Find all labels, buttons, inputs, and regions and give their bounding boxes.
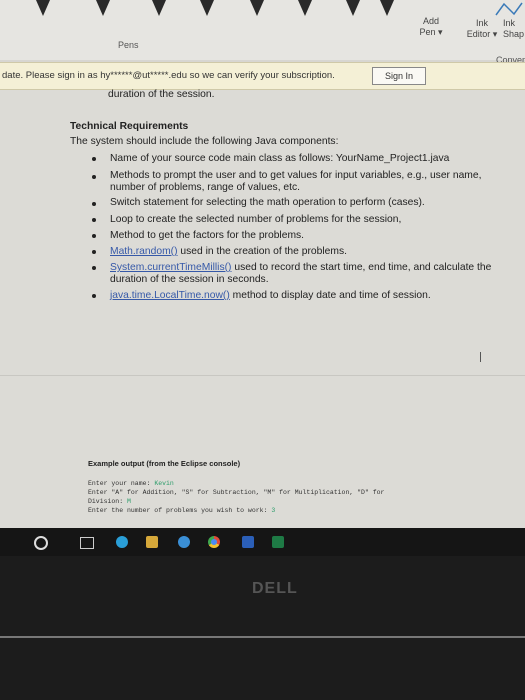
list-item: Methods to prompt the user and to get va… — [110, 170, 482, 181]
pen-icon[interactable] — [298, 0, 312, 16]
excel-icon[interactable] — [272, 536, 284, 548]
ink-shape-icon — [495, 2, 523, 16]
bullet-icon — [92, 175, 96, 179]
chrome-icon-center — [211, 539, 217, 545]
pens-gallery[interactable] — [0, 0, 420, 36]
store-icon[interactable] — [178, 536, 190, 548]
ink-editor-label: Ink — [475, 18, 488, 28]
pens-group-label: Pens — [118, 40, 139, 50]
task-view-icon[interactable] — [80, 537, 94, 549]
bullet-icon — [92, 250, 96, 254]
taskbar — [0, 528, 525, 556]
screen: Pens Add Pen ▾ Ink Editor ▾ Ink Shap Con… — [0, 0, 525, 530]
search-icon[interactable] — [34, 536, 48, 550]
pen-icon[interactable] — [96, 0, 110, 16]
example-output-label: Example output (from the Eclipse console… — [88, 459, 241, 468]
list-item: Loop to create the selected number of pr… — [110, 214, 402, 225]
bullet-icon — [92, 294, 96, 298]
section-heading: Technical Requirements — [70, 121, 189, 132]
file-explorer-icon[interactable] — [146, 536, 158, 548]
brand-logo: DELL — [252, 580, 298, 597]
local-time-now-link[interactable]: java.time.LocalTime.now() — [110, 290, 230, 301]
pen-icon[interactable] — [200, 0, 214, 16]
laptop-bezel — [0, 556, 525, 700]
add-pen-sublabel: Pen ▾ — [419, 27, 443, 37]
console-prompt: Division: — [88, 498, 128, 505]
list-item: System.currentTimeMillis() used to recor… — [110, 262, 491, 274]
list-item-text: used in the creation of the problems. — [177, 246, 347, 257]
subscription-notification-bar: date. Please sign in as hy******@ut*****… — [0, 62, 525, 90]
list-item: java.time.LocalTime.now() method to disp… — [110, 290, 431, 302]
bullet-icon — [92, 202, 96, 206]
pen-icon[interactable] — [152, 0, 166, 16]
laptop-hinge — [0, 636, 525, 638]
console-line: Enter your name: Kevin — [88, 480, 174, 487]
pen-icon[interactable] — [346, 0, 360, 16]
list-item-continued: number of problems, range of values, etc… — [110, 182, 301, 193]
console-input: M — [127, 498, 131, 505]
ink-editor-sublabel: Editor ▾ — [466, 29, 498, 39]
add-pen-label: Add — [422, 16, 439, 26]
word-icon[interactable] — [242, 536, 254, 548]
console-input: 3 — [271, 507, 276, 514]
console-prompt: Enter the number of problems you wish to… — [88, 507, 272, 514]
console-prompt: Enter your name: — [88, 480, 155, 487]
ribbon: Pens Add Pen ▾ Ink Editor ▾ Ink Shap Con… — [0, 0, 525, 65]
bullet-icon — [92, 234, 96, 238]
list-item-continued: duration of the session in seconds. — [110, 274, 269, 285]
pen-icon[interactable] — [380, 0, 394, 16]
add-pen-button[interactable]: Add Pen ▾ — [416, 16, 446, 38]
section-lead: The system should include the following … — [70, 136, 339, 147]
list-item: Switch statement for selecting the math … — [110, 197, 425, 208]
list-item-text: used to record the start time, end time,… — [231, 262, 492, 273]
bullet-icon — [92, 266, 96, 270]
ink-shape-sublabel: Shap — [503, 29, 525, 39]
ink-shape-label: Ink — [503, 18, 516, 28]
sign-in-button[interactable]: Sign In — [372, 67, 426, 85]
notification-text: date. Please sign in as hy******@ut*****… — [2, 70, 335, 81]
pen-icon[interactable] — [250, 0, 264, 16]
console-line: Division: M — [88, 498, 131, 505]
bullet-icon — [92, 157, 96, 161]
console-input: Kevin — [154, 480, 174, 487]
math-random-link[interactable]: Math.random() — [110, 246, 178, 257]
console-line: Enter the number of problems you wish to… — [88, 507, 275, 514]
bullet-icon — [92, 218, 96, 222]
chrome-icon[interactable] — [208, 536, 220, 548]
text-cursor — [480, 352, 481, 362]
pen-icon[interactable] — [36, 0, 50, 16]
current-time-millis-link[interactable]: System.currentTimeMillis() — [110, 262, 231, 273]
document-page[interactable]: duration of the session. Technical Requi… — [0, 89, 525, 530]
list-item: Math.random() used in the creation of th… — [110, 246, 347, 258]
ink-editor-button[interactable]: Ink Editor ▾ — [462, 18, 502, 40]
ink-to-shape-button[interactable]: Ink Shap — [503, 18, 525, 40]
list-item: Name of your source code main class as f… — [110, 153, 450, 164]
edge-icon[interactable] — [116, 536, 128, 548]
page-break — [0, 375, 525, 376]
console-line: Enter "A" for Addition, "S" for Subtract… — [88, 489, 385, 496]
intro-line: duration of the session. — [108, 89, 215, 100]
list-item-text: method to display date and time of sessi… — [229, 290, 431, 301]
list-item: Method to get the factors for the proble… — [110, 230, 305, 241]
